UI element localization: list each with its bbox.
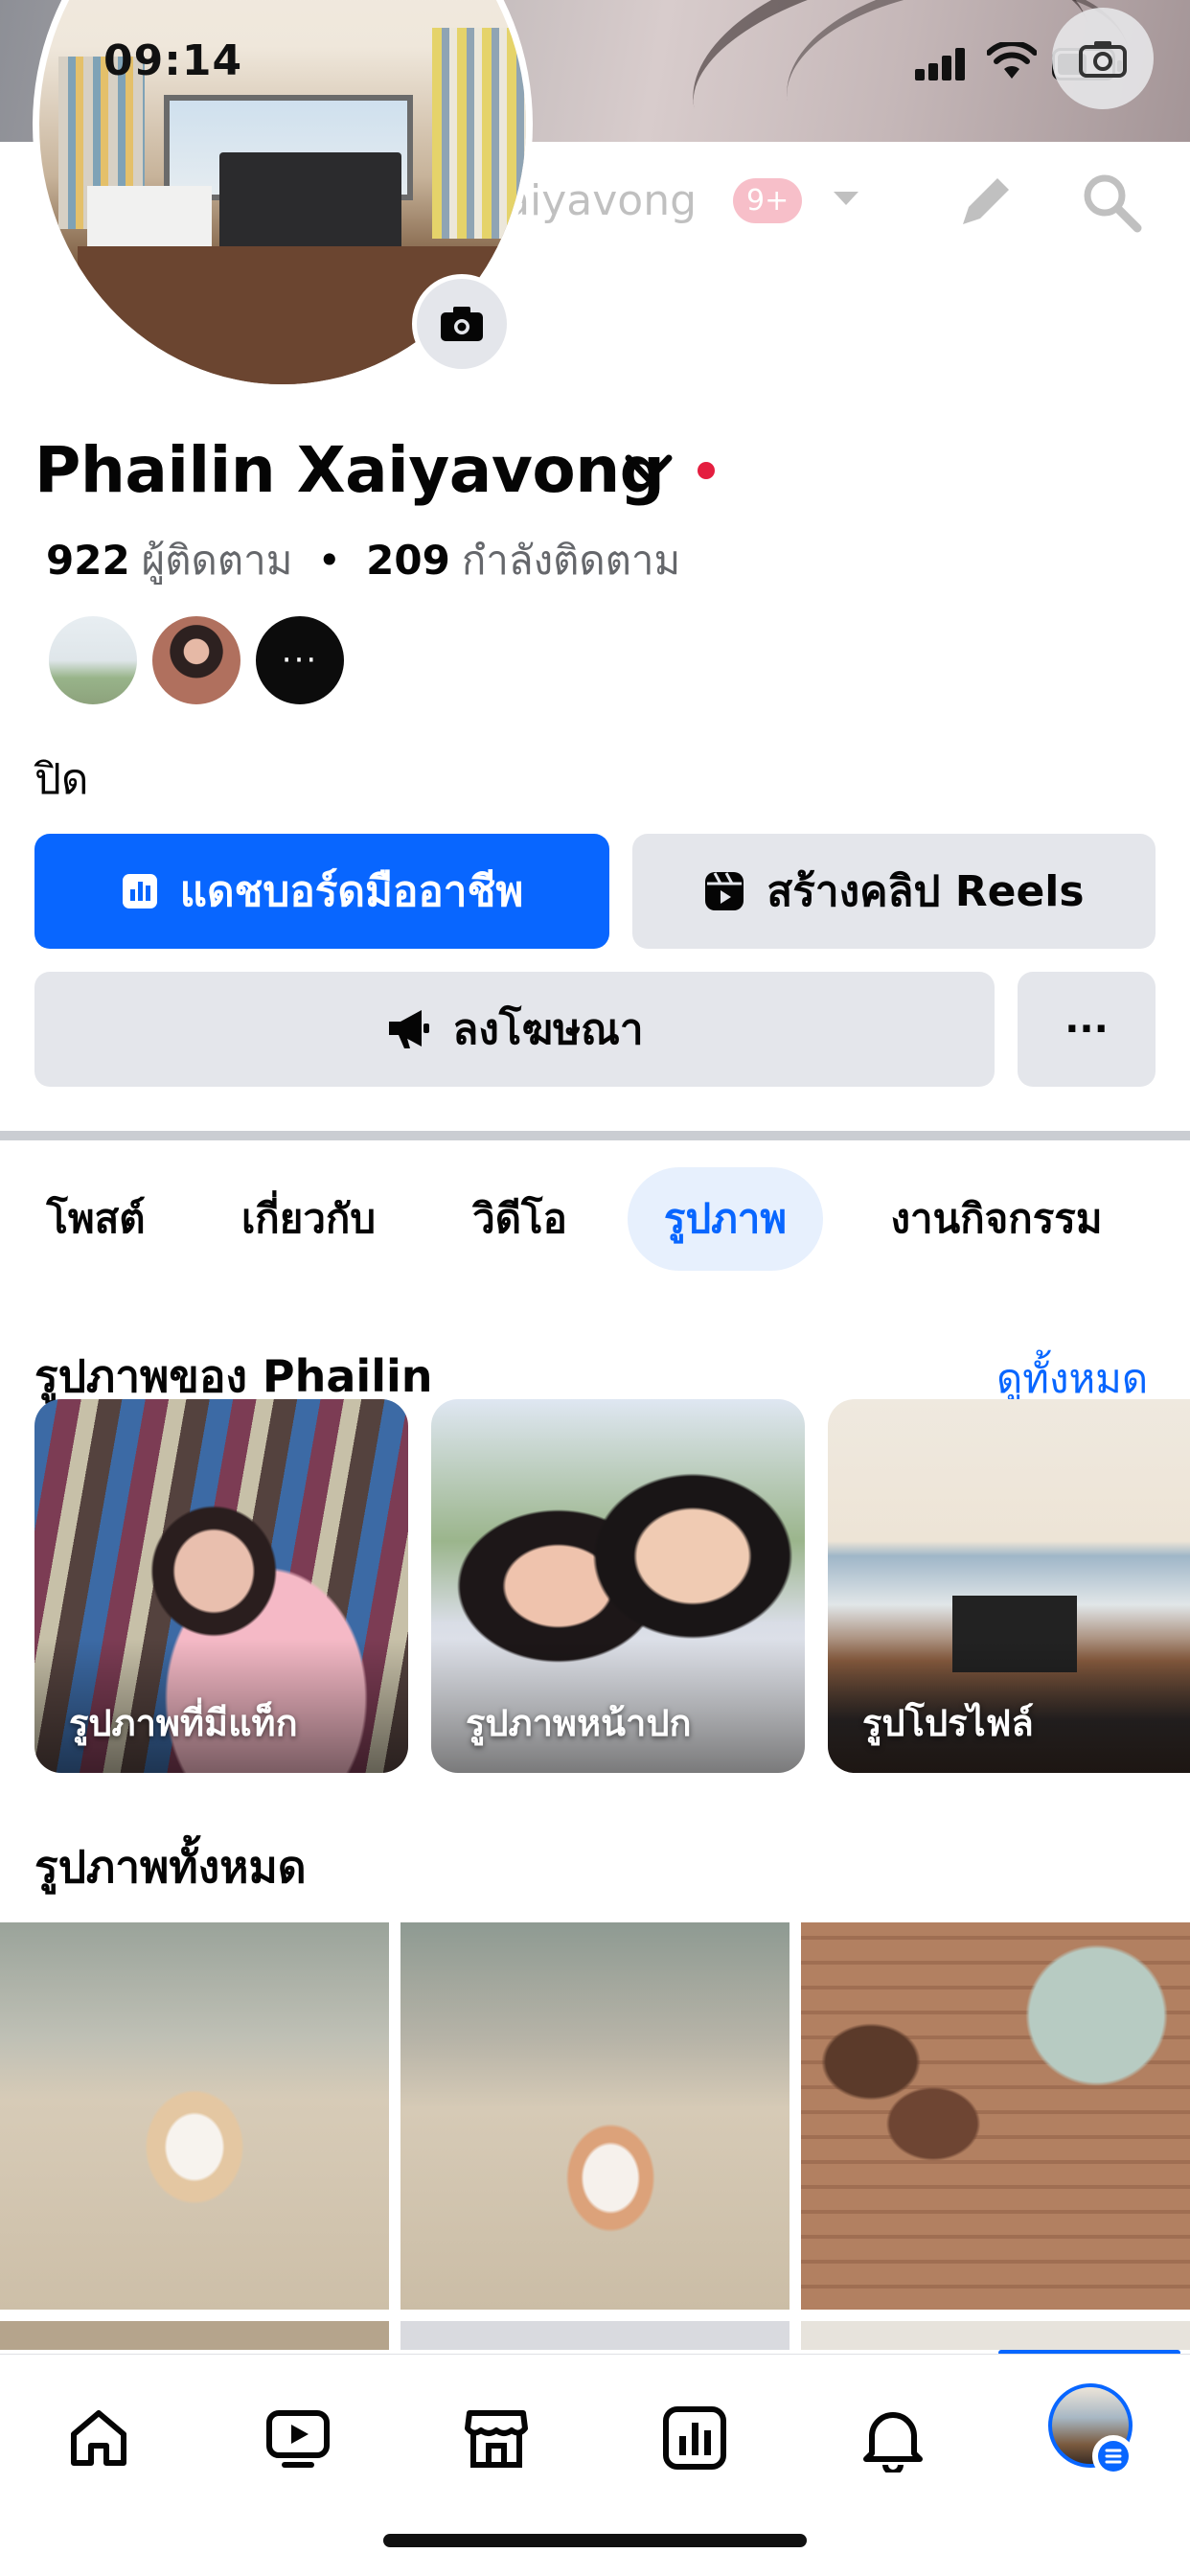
search-icon[interactable] (1078, 169, 1145, 236)
chevron-down-icon[interactable] (832, 190, 860, 209)
photo-thumbnail[interactable] (400, 1922, 790, 2310)
advertise-label: ลงโฆษณา (452, 1005, 644, 1054)
status-time: 09:14 (103, 36, 243, 85)
camera-icon (441, 307, 483, 341)
follow-stats: 922 ผู้ติดตาม • 209 กำลังติดตาม (46, 529, 680, 592)
reels-icon (705, 872, 744, 910)
profile-name: Phailin Xaiyavong (34, 433, 665, 507)
tab-posts[interactable]: โพสต์ (10, 1167, 182, 1271)
tab-photos[interactable]: รูปภาพ (628, 1167, 823, 1271)
nav-menu-badge[interactable] (1092, 2435, 1134, 2477)
menu-icon (1098, 2441, 1129, 2472)
dashboard-label: แดชบอร์ดมืออาชีพ (179, 867, 524, 916)
notifications-badge: 9+ (733, 178, 803, 223)
advertise-button[interactable]: ลงโฆษณา (34, 972, 995, 1087)
album-label: รูปภาพที่มีแท็ก (69, 1702, 298, 1744)
friend-avatar[interactable]: ··· (253, 613, 347, 707)
marketplace-icon (465, 2410, 528, 2468)
profile-tabs: โพสต์ เกี่ยวกับ วิดีโอ รูปภาพ งานกิจกรรม (0, 1167, 1190, 1273)
more-options-button[interactable]: ··· (1018, 972, 1156, 1087)
stats-separator: • (317, 537, 342, 584)
album-cover-photos[interactable]: รูปภาพหน้าปก (431, 1399, 805, 1773)
album-label: รูปภาพหน้าปก (466, 1702, 692, 1744)
create-reels-button[interactable]: สร้างคลิป Reels (632, 834, 1156, 949)
megaphone-icon (389, 1010, 430, 1048)
photo-thumbnail[interactable] (0, 1922, 389, 2310)
status-bar: 09:14 (0, 0, 1190, 134)
album-profile-pictures[interactable]: รูปโปรไฟล์ (828, 1399, 1190, 1773)
profile-bio: ปิด (34, 755, 89, 804)
photo-thumbnail[interactable] (801, 2321, 1190, 2350)
status-dot (698, 462, 715, 479)
nav-video[interactable] (255, 2395, 341, 2481)
nav-home[interactable] (56, 2395, 142, 2481)
home-icon (71, 2410, 126, 2466)
all-photos-title: รูปภาพทั้งหมด (34, 1841, 307, 1893)
photo-thumbnail[interactable] (400, 2321, 790, 2350)
friend-avatar[interactable] (149, 613, 243, 707)
more-dots-label: ··· (281, 641, 319, 679)
tab-videos[interactable]: วิดีโอ (436, 1167, 604, 1271)
video-icon (266, 2410, 330, 2468)
tab-events[interactable]: งานกิจกรรม (853, 1167, 1140, 1271)
following-label[interactable]: กำลังติดตาม (462, 529, 680, 592)
professional-dashboard-button[interactable]: แดชบอร์ดมืออาชีพ (34, 834, 609, 949)
dashboard-icon (122, 874, 157, 908)
cover-camera-button[interactable] (1052, 8, 1154, 109)
chevron-down-icon[interactable] (623, 450, 675, 489)
following-count[interactable]: 209 (366, 537, 450, 584)
album-tagged-photos[interactable]: รูปภาพที่มีแท็ก (34, 1399, 408, 1773)
tab-about[interactable]: เกี่ยวกับ (213, 1167, 404, 1271)
dashboard-icon (663, 2406, 726, 2470)
photo-thumbnail[interactable] (0, 2321, 389, 2350)
more-options-label: ··· (1064, 1007, 1109, 1051)
reels-label: สร้างคลิป Reels (767, 867, 1085, 916)
cellular-signal-icon (915, 48, 969, 80)
wifi-icon (987, 42, 1037, 79)
photo-thumbnail[interactable] (801, 1922, 1190, 2310)
nav-notifications[interactable] (850, 2395, 936, 2481)
friend-avatar[interactable] (46, 613, 140, 707)
nav-marketplace[interactable] (453, 2395, 539, 2481)
notifications-icon (863, 2412, 923, 2472)
avatar-camera-button[interactable] (412, 274, 512, 374)
followers-label[interactable]: ผู้ติดตาม (142, 529, 293, 592)
followers-count[interactable]: 922 (46, 537, 130, 584)
nav-dashboard[interactable] (652, 2395, 738, 2481)
section-divider (0, 1131, 1190, 1140)
home-indicator (383, 2534, 807, 2547)
camera-icon (1079, 41, 1127, 78)
edit-pencil-icon[interactable] (951, 169, 1018, 236)
friend-avatars[interactable]: ··· (46, 613, 356, 707)
album-label: รูปโปรไฟล์ (862, 1702, 1034, 1744)
